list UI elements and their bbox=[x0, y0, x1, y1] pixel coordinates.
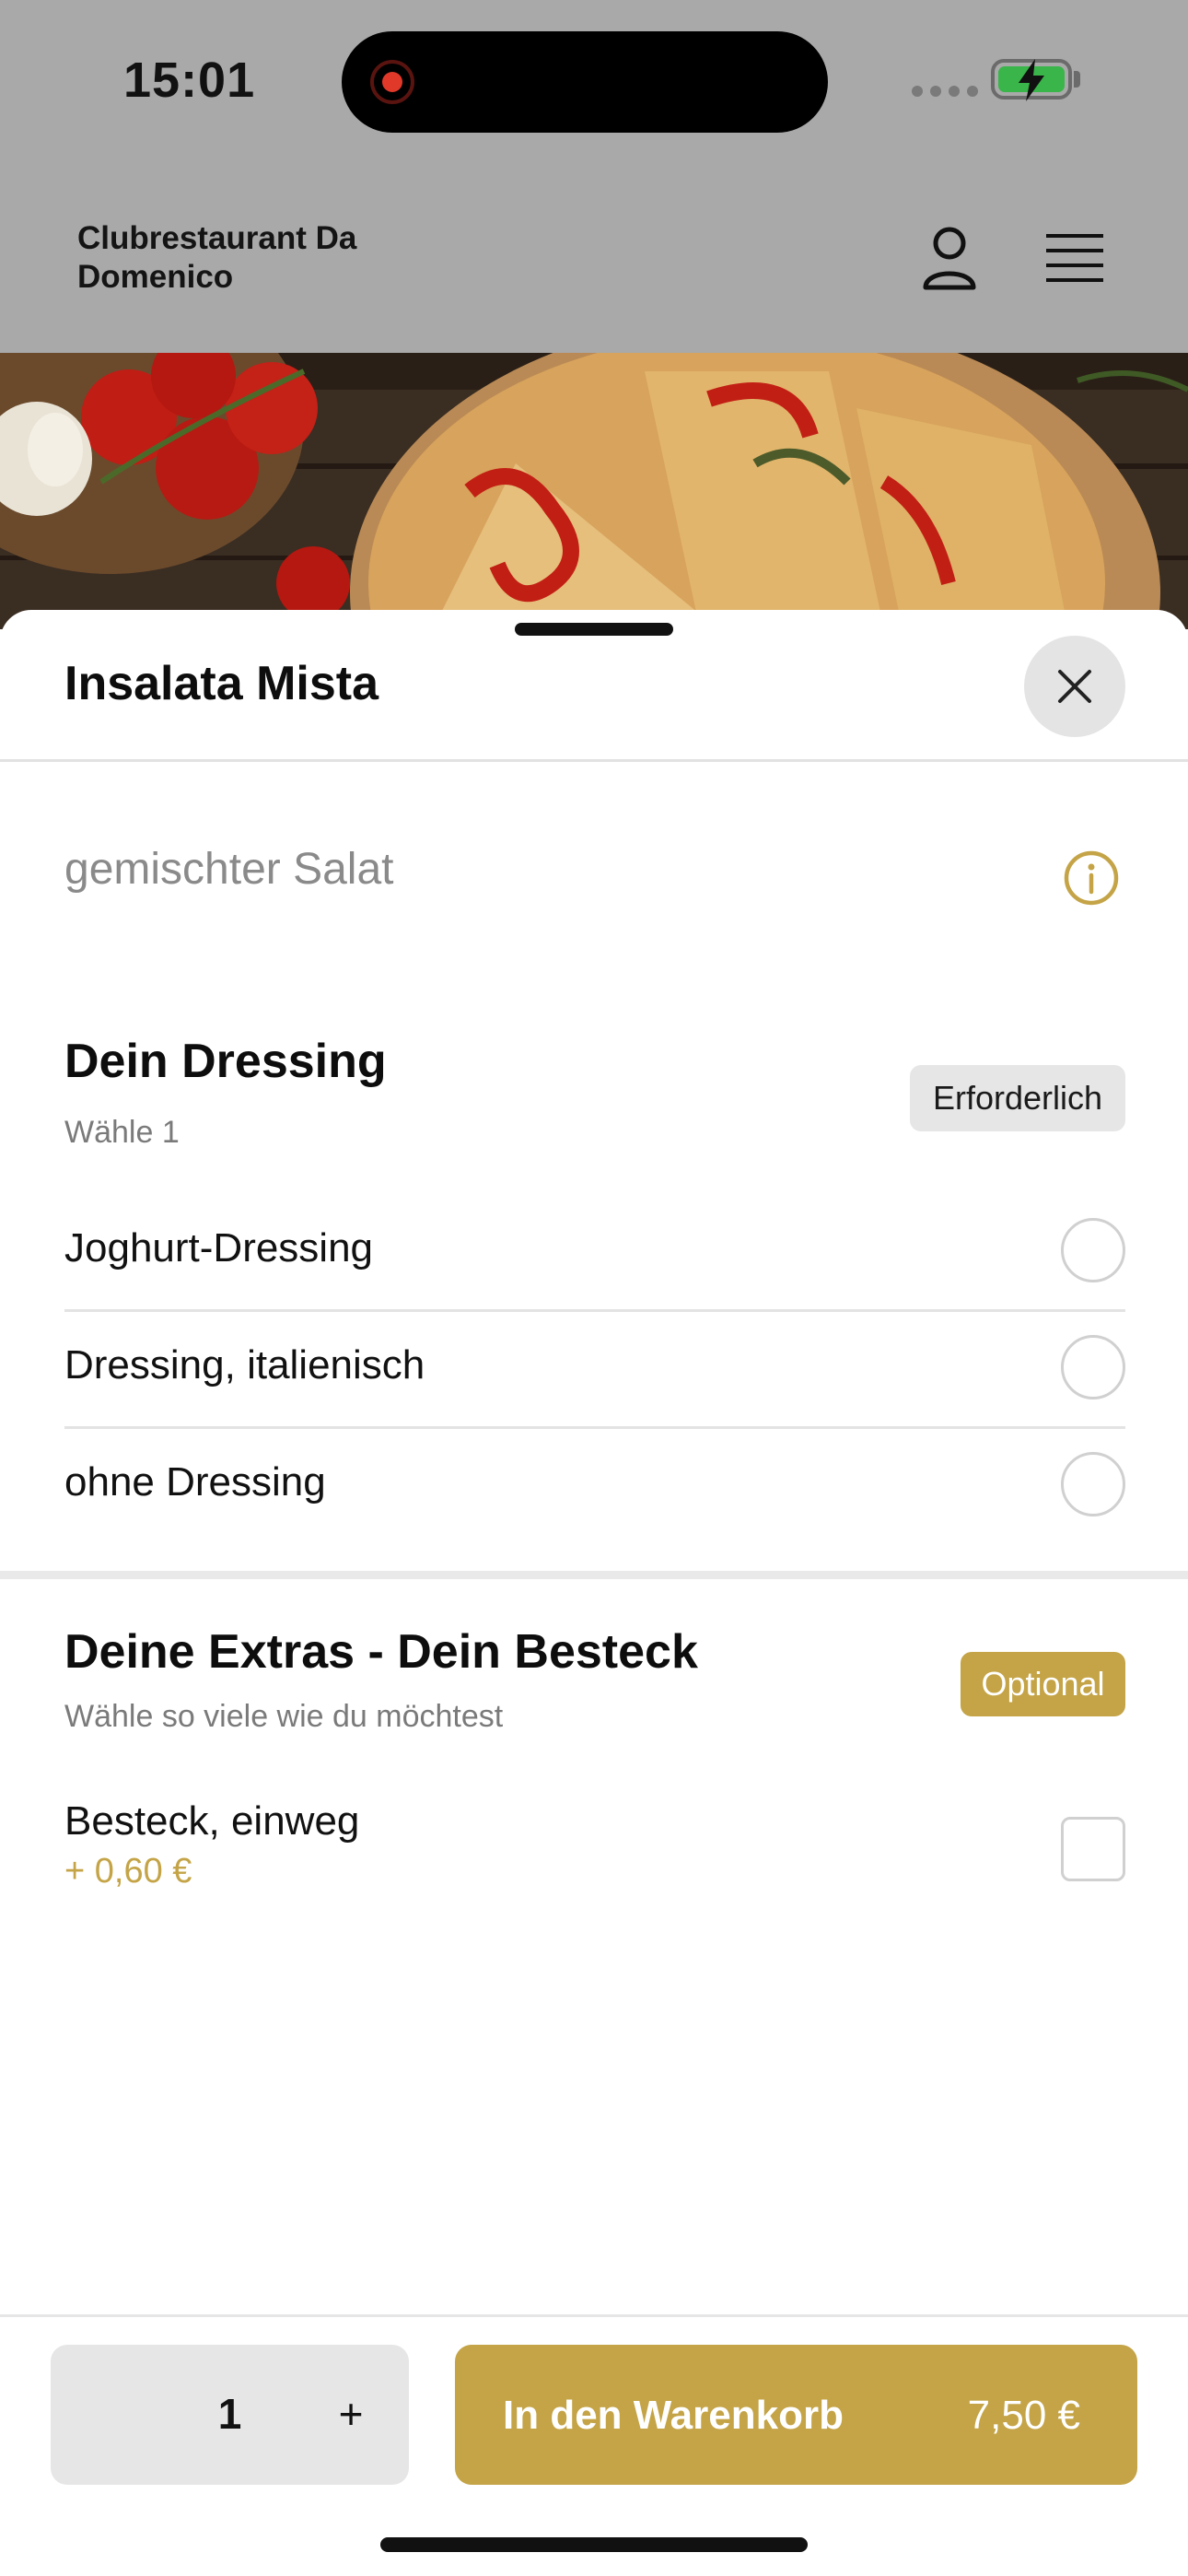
option-label: Joghurt-Dressing bbox=[64, 1225, 374, 1270]
restaurant-name: Clubrestaurant Da Domenico bbox=[77, 220, 357, 295]
option-label: Dressing, italienisch bbox=[64, 1342, 425, 1388]
title-divider bbox=[0, 759, 1188, 762]
radio-button[interactable] bbox=[1061, 1452, 1125, 1516]
dressing-section-title: Dein Dressing bbox=[64, 1035, 387, 1088]
sheet-grabber[interactable] bbox=[515, 623, 673, 636]
screen: 15:01 Clubrestaurant Da Domenico Insalat… bbox=[0, 0, 1188, 2576]
background-header: 15:01 Clubrestaurant Da Domenico bbox=[0, 0, 1188, 353]
hamburger-menu-icon[interactable] bbox=[1044, 230, 1105, 286]
dynamic-island bbox=[342, 31, 828, 133]
recording-indicator-icon bbox=[370, 60, 414, 104]
option-label: ohne Dressing bbox=[64, 1459, 326, 1505]
radio-button[interactable] bbox=[1061, 1335, 1125, 1399]
extras-section-title: Deine Extras - Dein Besteck bbox=[64, 1625, 698, 1679]
add-to-cart-button[interactable]: In den Warenkorb 7,50 € bbox=[455, 2345, 1137, 2485]
product-title: Insalata Mista bbox=[64, 657, 379, 710]
battery-cap bbox=[1074, 71, 1080, 88]
option-dressing-italienisch[interactable]: Dressing, italienisch bbox=[64, 1309, 1125, 1425]
product-description: gemischter Salat bbox=[64, 845, 394, 894]
hero-image bbox=[0, 353, 1188, 629]
radio-button[interactable] bbox=[1061, 1218, 1125, 1282]
close-button[interactable] bbox=[1024, 636, 1125, 737]
required-badge: Erforderlich bbox=[910, 1065, 1125, 1131]
signal-icon bbox=[912, 86, 978, 97]
user-icon[interactable] bbox=[921, 225, 978, 291]
extras-section-subtitle: Wähle so viele wie du möchtest bbox=[64, 1699, 504, 1734]
charging-bolt-icon bbox=[1019, 59, 1044, 101]
status-time: 15:01 bbox=[123, 53, 256, 108]
total-price: 7,50 € bbox=[967, 2393, 1080, 2438]
quantity-plus-button[interactable]: + bbox=[321, 2382, 380, 2446]
add-to-cart-label: In den Warenkorb bbox=[503, 2393, 844, 2438]
section-separator bbox=[0, 1571, 1188, 1579]
extra-besteck-label[interactable]: Besteck, einweg bbox=[64, 1798, 359, 1844]
product-sheet: Insalata Mista gemischter Salat Dein Dre… bbox=[0, 610, 1188, 2576]
extra-besteck-price: + 0,60 € bbox=[64, 1852, 192, 1891]
optional-badge: Optional bbox=[961, 1652, 1125, 1716]
quantity-stepper: 1 + bbox=[51, 2345, 409, 2485]
extra-besteck-checkbox[interactable] bbox=[1061, 1817, 1125, 1881]
home-indicator[interactable] bbox=[380, 2537, 808, 2552]
close-icon bbox=[1058, 670, 1091, 703]
info-icon[interactable] bbox=[1063, 849, 1120, 907]
option-joghurt-dressing[interactable]: Joghurt-Dressing bbox=[64, 1192, 1125, 1308]
dressing-section-subtitle: Wähle 1 bbox=[64, 1115, 180, 1150]
option-ohne-dressing[interactable]: ohne Dressing bbox=[64, 1426, 1125, 1542]
